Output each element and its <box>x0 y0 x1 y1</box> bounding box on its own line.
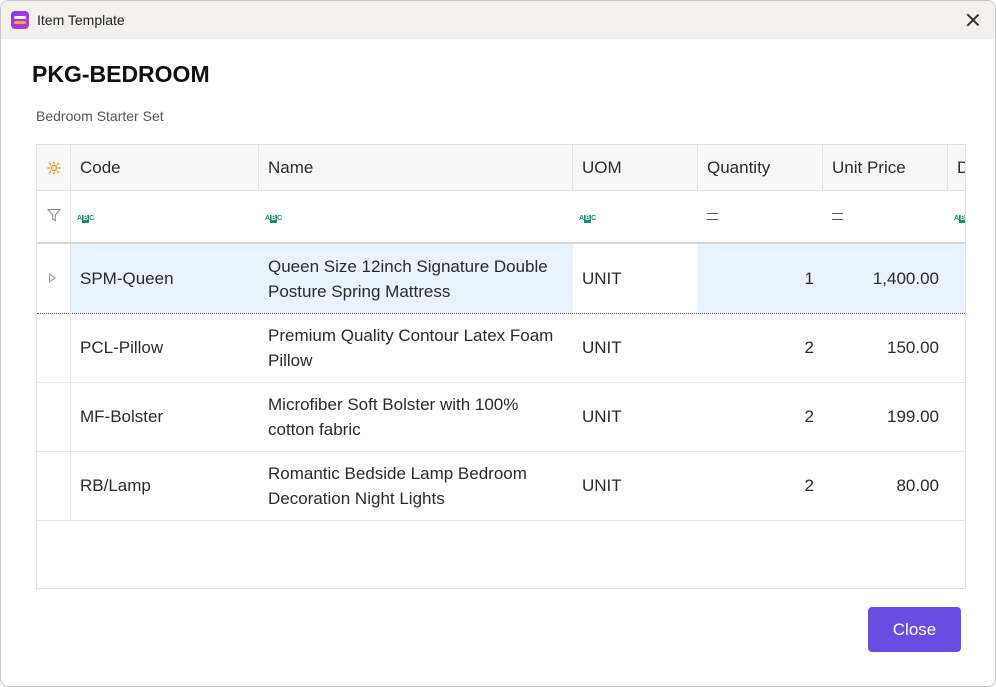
column-header-quantity[interactable]: Quantity <box>698 145 823 190</box>
cell-uom[interactable]: UNIT <box>573 244 698 313</box>
cell-code[interactable]: MF-Bolster <box>71 382 259 451</box>
cell-uom[interactable]: UNIT <box>573 451 698 520</box>
row-indicator <box>37 244 71 313</box>
filter-cell-name[interactable]: ABC <box>259 191 573 242</box>
gear-icon <box>47 161 61 175</box>
cell-unit-price[interactable]: 1,400.00 <box>823 244 948 313</box>
cell-quantity[interactable]: 2 <box>698 451 823 520</box>
table-row[interactable]: SPM-Queen Queen Size 12inch Signature Do… <box>37 244 965 314</box>
filter-cell-code[interactable]: ABC <box>71 191 259 242</box>
page-title: PKG-BEDROOM <box>32 61 210 87</box>
abc-filter-icon: ABC <box>954 215 966 223</box>
table-row[interactable]: PCL-Pillow Premium Quality Contour Latex… <box>37 313 965 383</box>
column-header-d[interactable]: D <box>948 145 965 190</box>
cell-code[interactable]: RB/Lamp <box>71 451 259 520</box>
cell-name[interactable]: Microfiber Soft Bolster with 100% cotton… <box>259 382 573 451</box>
app-icon <box>11 11 29 29</box>
grid-header: Code Name UOM Quantity Unit Price D <box>37 145 965 191</box>
cell-uom[interactable]: UNIT <box>573 313 698 382</box>
close-button[interactable]: Close <box>868 607 961 652</box>
equals-filter-icon <box>832 213 843 220</box>
equals-filter-icon <box>707 213 718 220</box>
cell-quantity[interactable]: 1 <box>698 244 823 313</box>
filter-row-indicator <box>37 191 71 242</box>
cell-unit-price[interactable]: 199.00 <box>823 382 948 451</box>
filter-cell-quantity[interactable] <box>698 191 823 242</box>
cell-quantity[interactable]: 2 <box>698 313 823 382</box>
cell-code[interactable]: PCL-Pillow <box>71 313 259 382</box>
row-indicator <box>37 313 71 382</box>
filter-cell-unit-price[interactable] <box>823 191 948 242</box>
filter-cell-d[interactable]: ABC <box>948 191 966 242</box>
title-bar: Item Template <box>1 1 995 39</box>
filter-cell-uom[interactable]: ABC <box>573 191 698 242</box>
table-row[interactable]: MF-Bolster Microfiber Soft Bolster with … <box>37 382 965 452</box>
column-header-uom[interactable]: UOM <box>573 145 698 190</box>
row-indicator <box>37 382 71 451</box>
table-row[interactable]: RB/Lamp Romantic Bedside Lamp Bedroom De… <box>37 451 965 521</box>
filter-icon <box>47 208 61 222</box>
column-header-code[interactable]: Code <box>71 145 259 190</box>
abc-filter-icon: ABC <box>265 215 283 223</box>
abc-filter-icon: ABC <box>579 215 597 223</box>
cell-d[interactable] <box>948 244 965 313</box>
cell-name[interactable]: Premium Quality Contour Latex Foam Pillo… <box>259 313 573 382</box>
cell-unit-price[interactable]: 150.00 <box>823 313 948 382</box>
window-title: Item Template <box>37 12 125 28</box>
dialog-window: Item Template PKG-BEDROOM Bedroom Starte… <box>0 0 996 687</box>
cell-name[interactable]: Romantic Bedside Lamp Bedroom Decoration… <box>259 451 573 520</box>
column-header-unit-price[interactable]: Unit Price <box>823 145 948 190</box>
cell-uom[interactable]: UNIT <box>573 382 698 451</box>
caret-right-icon <box>49 273 56 283</box>
page-subtitle: Bedroom Starter Set <box>36 108 164 124</box>
items-grid: Code Name UOM Quantity Unit Price D ABC … <box>36 144 966 589</box>
cell-name[interactable]: Queen Size 12inch Signature Double Postu… <box>259 244 573 313</box>
cell-code[interactable]: SPM-Queen <box>71 244 259 313</box>
cell-unit-price[interactable]: 80.00 <box>823 451 948 520</box>
column-chooser-button[interactable] <box>37 145 71 190</box>
row-indicator <box>37 451 71 520</box>
filter-row: ABC ABC ABC ABC <box>37 191 966 244</box>
abc-filter-icon: ABC <box>77 215 95 223</box>
column-header-name[interactable]: Name <box>259 145 573 190</box>
window-close-button[interactable] <box>963 10 983 30</box>
cell-quantity[interactable]: 2 <box>698 382 823 451</box>
